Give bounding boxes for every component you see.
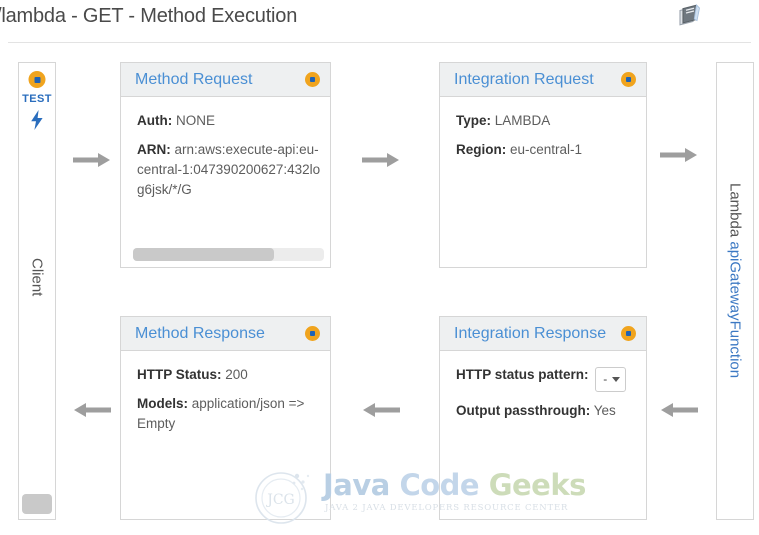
http-status-pattern-value: - bbox=[603, 372, 608, 386]
orange-status-dot-icon[interactable] bbox=[28, 71, 46, 88]
auth-value: NONE bbox=[176, 113, 216, 128]
lambda-label-prefix: Lambda bbox=[726, 183, 744, 242]
region-field: Region: eu-central-1 bbox=[456, 140, 638, 160]
lightning-bolt-icon[interactable] bbox=[29, 110, 45, 130]
method-response-box[interactable]: Method Response HTTP Status: 200 Models:… bbox=[120, 316, 331, 520]
http-status-pattern-select[interactable]: - bbox=[595, 367, 627, 392]
integration-response-title: Integration Response bbox=[454, 324, 607, 342]
method-response-body: HTTP Status: 200 Models: application/jso… bbox=[121, 351, 330, 443]
integration-response-body: HTTP status pattern: - Output passthroug… bbox=[440, 351, 646, 430]
method-request-scroll-thumb[interactable] bbox=[133, 248, 275, 261]
method-request-header[interactable]: Method Request bbox=[121, 63, 330, 97]
client-column: TEST Client bbox=[18, 62, 56, 520]
http-status-pattern-field: HTTP status pattern: - bbox=[456, 365, 638, 392]
page-title: /lambda - GET - Method Execution bbox=[0, 5, 298, 27]
http-status-field: HTTP Status: 200 bbox=[137, 365, 322, 385]
orange-status-dot-icon bbox=[621, 72, 636, 87]
output-passthrough-field: Output passthrough: Yes bbox=[456, 401, 638, 421]
auth-field: Auth: NONE bbox=[137, 111, 322, 131]
method-response-title: Method Response bbox=[135, 324, 265, 342]
http-status-pattern-label: HTTP status pattern: bbox=[456, 367, 589, 382]
arn-label: ARN: bbox=[137, 142, 171, 157]
page-header: /lambda - GET - Method Execution bbox=[0, 0, 759, 44]
output-passthrough-label: Output passthrough: bbox=[456, 403, 591, 418]
method-request-body: Auth: NONE ARN: arn:aws:execute-api:eu-c… bbox=[121, 97, 330, 209]
arrow-client-to-method-request bbox=[73, 152, 111, 168]
method-request-scrollbar[interactable] bbox=[133, 248, 324, 261]
client-label: Client bbox=[28, 258, 46, 297]
chevron-down-icon bbox=[612, 376, 621, 382]
arrow-lambda-to-integration-response bbox=[660, 402, 698, 418]
integration-request-box[interactable]: Integration Request Type: LAMBDA Region:… bbox=[439, 62, 647, 268]
output-passthrough-value: Yes bbox=[593, 403, 616, 418]
auth-label: Auth: bbox=[137, 113, 173, 128]
header-divider bbox=[8, 42, 751, 43]
lambda-function-link[interactable]: apiGatewayFunction bbox=[727, 241, 744, 378]
method-request-box[interactable]: Method Request Auth: NONE ARN: arn:aws:e… bbox=[120, 62, 331, 268]
type-field: Type: LAMBDA bbox=[456, 111, 638, 131]
region-value: eu-central-1 bbox=[510, 142, 583, 157]
integration-response-box[interactable]: Integration Response HTTP status pattern… bbox=[439, 316, 647, 520]
integration-request-body: Type: LAMBDA Region: eu-central-1 bbox=[440, 97, 646, 169]
arrow-integration-request-to-lambda bbox=[660, 147, 698, 163]
lambda-column: Lambda apiGatewayFunction bbox=[716, 62, 754, 520]
integration-response-header[interactable]: Integration Response bbox=[440, 317, 646, 351]
method-request-title: Method Request bbox=[135, 70, 253, 88]
models-label: Models: bbox=[137, 396, 189, 411]
models-field: Models: application/json => Empty bbox=[137, 394, 322, 434]
lambda-label: Lambda apiGatewayFunction bbox=[727, 183, 744, 378]
http-status-value: 200 bbox=[225, 367, 248, 382]
test-label[interactable]: TEST bbox=[19, 93, 55, 105]
arrow-method-response-to-client bbox=[73, 402, 111, 418]
type-value: LAMBDA bbox=[494, 113, 551, 128]
orange-status-dot-icon bbox=[305, 72, 320, 87]
type-label: Type: bbox=[456, 113, 492, 128]
client-column-scrollbar[interactable] bbox=[22, 494, 52, 514]
http-status-label: HTTP Status: bbox=[137, 367, 222, 382]
documentation-book-icon[interactable] bbox=[677, 4, 703, 30]
arn-field: ARN: arn:aws:execute-api:eu-central-1:04… bbox=[137, 140, 322, 200]
orange-status-dot-icon bbox=[305, 326, 320, 341]
watermark-word-1: Java bbox=[323, 468, 390, 502]
region-label: Region: bbox=[456, 142, 507, 157]
arrow-integration-response-to-method-response bbox=[362, 402, 400, 418]
integration-request-header[interactable]: Integration Request bbox=[440, 63, 646, 97]
arrow-method-request-to-integration-request bbox=[362, 152, 400, 168]
method-response-header[interactable]: Method Response bbox=[121, 317, 330, 351]
orange-status-dot-icon bbox=[621, 326, 636, 341]
integration-request-title: Integration Request bbox=[454, 70, 594, 88]
